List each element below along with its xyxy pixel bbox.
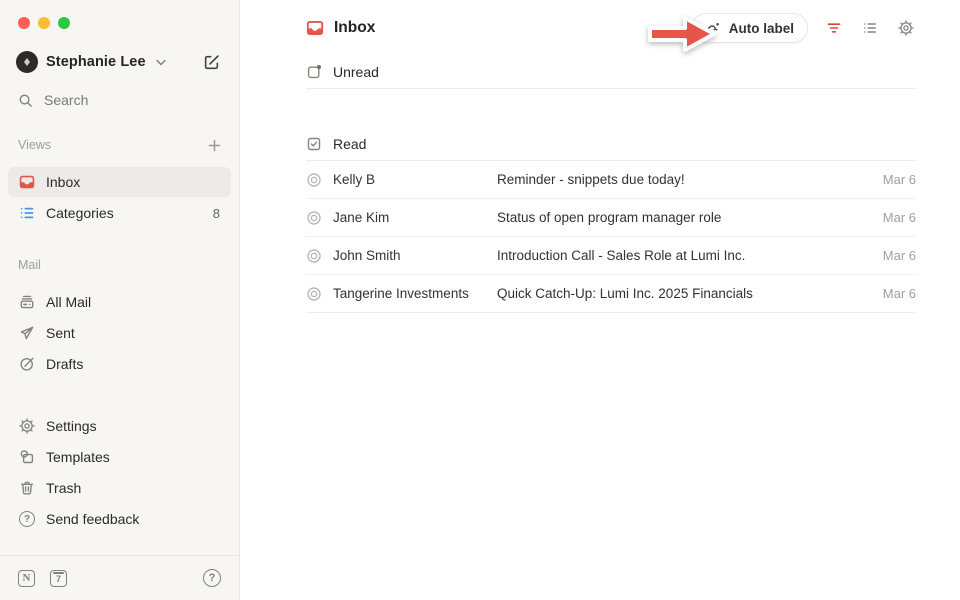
sidebar-item-all-mail[interactable]: All Mail [8,287,231,317]
email-date: Mar 6 [883,286,916,301]
email-row[interactable]: Jane Kim Status of open program manager … [306,199,916,237]
trash-icon [19,480,35,496]
auto-label-button-label: Auto label [729,21,794,36]
feedback-question-icon: ? [19,511,35,527]
views-nav: Inbox Categories 8 [0,166,239,229]
plus-icon [208,139,221,152]
templates-label: Templates [46,449,110,465]
all-mail-icon [19,294,35,310]
search-label: Search [44,92,88,108]
inbox-title-icon [306,19,324,37]
drafts-label: Drafts [46,356,83,372]
auto-label-button[interactable]: Auto label [691,13,808,43]
search-icon [18,93,33,108]
traffic-lights [0,0,239,29]
unread-section-label: Unread [333,64,379,80]
utility-nav: Settings Templates Trash ? Send feedback [0,410,239,535]
sidebar-item-templates[interactable]: Templates [8,442,231,472]
sidebar-item-categories[interactable]: Categories 8 [8,198,231,228]
sidebar: Stephanie Lee Search Views [0,0,240,600]
sidebar-item-inbox[interactable]: Inbox [8,167,231,197]
email-date: Mar 6 [883,210,916,225]
sidebar-spacer [0,535,239,555]
email-subject: Introduction Call - Sales Role at Lumi I… [497,248,871,263]
page-title: Inbox [334,19,375,37]
filter-icon [826,20,842,36]
email-subject: Status of open program manager role [497,210,871,225]
email-subject: Reminder - snippets due today! [497,172,871,187]
read-status-icon[interactable] [306,248,322,264]
sidebar-item-trash[interactable]: Trash [8,473,231,503]
add-view-button[interactable] [208,139,221,152]
inbox-main-panel: Inbox Auto label [240,0,960,600]
read-status-icon[interactable] [306,286,322,302]
compose-button[interactable] [199,50,223,74]
email-row[interactable]: Tangerine Investments Quick Catch-Up: Lu… [306,275,916,313]
trash-label: Trash [46,480,81,496]
email-row[interactable]: John Smith Introduction Call - Sales Rol… [306,237,916,275]
templates-icon [19,449,35,465]
calendar-icon[interactable]: 7 [50,570,67,587]
read-checkbox-icon [306,136,322,152]
read-section-label: Read [333,136,366,152]
inbox-label: Inbox [46,174,80,190]
zoom-window-button[interactable] [58,17,70,29]
close-window-button[interactable] [18,17,30,29]
mail-app-window: Stephanie Lee Search Views [0,0,960,600]
sidebar-footer: N 7 ? [0,555,239,600]
settings-gear-icon [19,418,35,434]
sidebar-item-send-feedback[interactable]: ? Send feedback [8,504,231,534]
email-row[interactable]: Kelly B Reminder - snippets due today! M… [306,161,916,199]
unread-icon [306,64,322,80]
list-view-button[interactable] [860,18,880,38]
list-view-icon [862,20,878,36]
avatar [16,51,38,73]
email-sender: John Smith [333,248,497,263]
filter-button[interactable] [824,18,844,38]
email-subject: Quick Catch-Up: Lumi Inc. 2025 Financial… [497,286,871,301]
unread-section-header[interactable]: Unread [306,55,916,89]
inbox-header: Inbox Auto label [306,13,916,43]
email-sender: Kelly B [333,172,497,187]
help-icon[interactable]: ? [203,569,221,587]
read-section-header[interactable]: Read [306,127,916,161]
header-actions: Auto label [691,13,916,43]
read-status-icon[interactable] [306,210,322,226]
compose-icon [203,54,220,71]
email-sender: Jane Kim [333,210,497,225]
views-section-header: Views [0,135,239,155]
sent-label: Sent [46,325,75,341]
settings-label: Settings [46,418,97,434]
categories-icon [19,205,35,221]
sidebar-item-drafts[interactable]: Drafts [8,349,231,379]
inbox-icon [19,174,35,190]
account-switcher[interactable]: Stephanie Lee [0,46,239,78]
sidebar-item-sent[interactable]: Sent [8,318,231,348]
categories-count-badge: 8 [213,206,220,221]
sidebar-item-settings[interactable]: Settings [8,411,231,441]
read-status-icon[interactable] [306,172,322,188]
chevron-down-icon [156,59,166,66]
minimize-window-button[interactable] [38,17,50,29]
email-date: Mar 6 [883,172,916,187]
mail-label: Mail [18,258,41,272]
drafts-icon [19,356,35,372]
gear-icon [898,20,914,36]
mail-nav: All Mail Sent Drafts [0,286,239,380]
sent-icon [19,325,35,341]
auto-label-wand-icon [705,20,721,36]
view-settings-button[interactable] [896,18,916,38]
all-mail-label: All Mail [46,294,91,310]
user-name: Stephanie Lee [46,54,146,70]
sidebar-item-search[interactable]: Search [0,84,239,116]
feedback-label: Send feedback [46,511,139,527]
views-label: Views [18,138,51,152]
email-sender: Tangerine Investments [333,286,497,301]
categories-label: Categories [46,205,114,221]
mail-section-header: Mail [0,255,239,275]
notion-logo-icon[interactable]: N [18,570,35,587]
email-date: Mar 6 [883,248,916,263]
